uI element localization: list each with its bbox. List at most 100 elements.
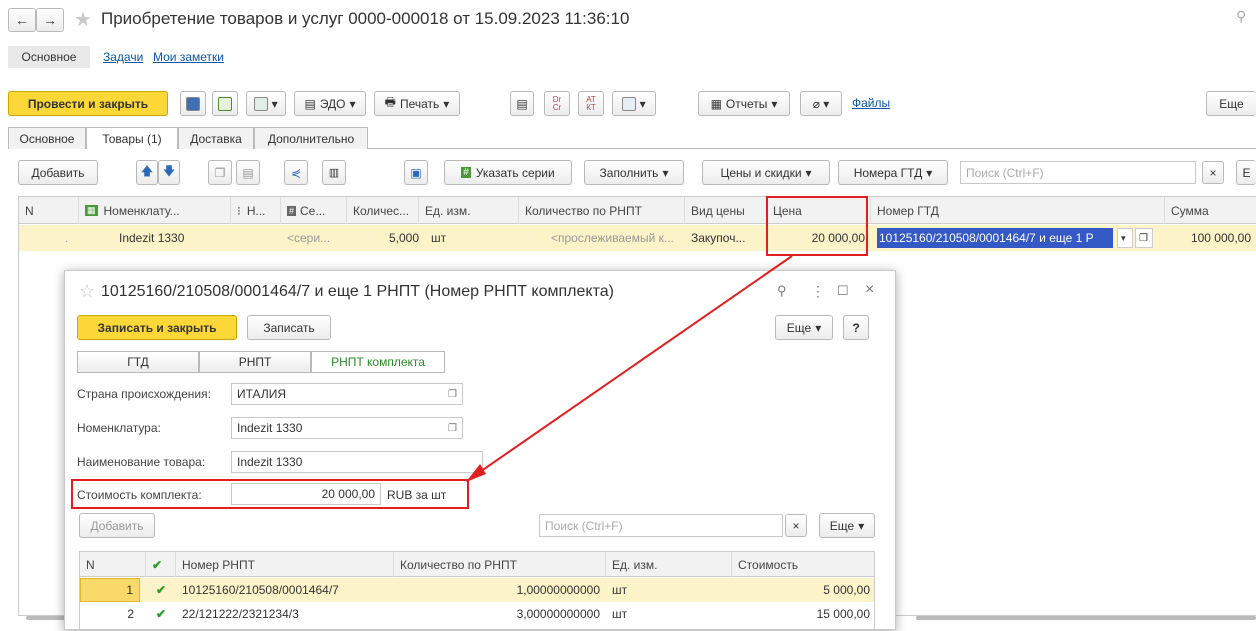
- tab-main[interactable]: Основное: [8, 127, 86, 149]
- list-item[interactable]: 2 ✔ 22/121222/2321234/3 3,00000000000 шт…: [80, 602, 874, 626]
- add-row-button[interactable]: Добавить: [18, 160, 98, 185]
- move-up-icon[interactable]: 🡅: [136, 160, 158, 185]
- copy-icon[interactable]: ❐: [208, 160, 232, 185]
- row-nomenclature: Indezit 1330: [119, 231, 185, 245]
- dialog-search-input[interactable]: Поиск (Ctrl+F): [539, 514, 783, 537]
- col-sum[interactable]: Сумма: [1165, 197, 1256, 224]
- paste-icon[interactable]: ▤: [236, 160, 260, 185]
- move-down-icon[interactable]: 🡇: [158, 160, 180, 185]
- list-col-n[interactable]: N: [80, 552, 146, 577]
- at-kt-button[interactable]: АТ КТ: [578, 91, 604, 116]
- row-price-type: Закупоч...: [691, 231, 746, 245]
- col-nomenclature[interactable]: ▦ Номенклату...: [79, 197, 231, 224]
- close-icon[interactable]: ×: [865, 281, 874, 299]
- attach-button[interactable]: ⌀ ▾: [800, 91, 842, 116]
- dialog-more-button[interactable]: Еще ▾: [775, 315, 833, 340]
- col-series[interactable]: # Се...: [281, 197, 347, 224]
- row-unit: шт: [431, 231, 447, 245]
- search-input[interactable]: Поиск (Ctrl+F): [960, 161, 1196, 184]
- price-highlight-box: [766, 196, 868, 256]
- grid-icon: #: [461, 167, 471, 178]
- goods-more-button[interactable]: Е: [1236, 160, 1256, 185]
- rnpt-list: N ✔ Номер РНПТ Количество по РНПТ Ед. из…: [79, 551, 875, 631]
- favorite-star-icon[interactable]: ★: [74, 7, 92, 32]
- row-sum: 100 000,00: [1190, 231, 1251, 245]
- favorite-star-icon[interactable]: ☆: [79, 281, 95, 302]
- search-clear-button[interactable]: ×: [1202, 161, 1224, 184]
- col-qty[interactable]: Количес...: [347, 197, 419, 224]
- product-name-field[interactable]: Indezit 1330: [231, 451, 483, 473]
- tab-delivery[interactable]: Доставка: [178, 127, 254, 149]
- col-unit[interactable]: Ед. изм.: [419, 197, 519, 224]
- tab-additional[interactable]: Дополнительно: [254, 127, 368, 149]
- dr-cr-button[interactable]: Dr Cr: [544, 91, 570, 116]
- table-row[interactable]: . Indezit 1330 <сери... 5,000 шт <просле…: [19, 225, 1256, 251]
- list-col-qty[interactable]: Количество по РНПТ: [394, 552, 606, 577]
- save-and-close-button[interactable]: Записать и закрыть: [77, 315, 237, 340]
- dialog-search-clear[interactable]: ×: [785, 514, 807, 537]
- print-button[interactable]: 🖶 Печать ▾: [374, 91, 460, 116]
- document-menu-icon[interactable]: ▾: [612, 91, 656, 116]
- col-price-type[interactable]: Вид цены: [685, 197, 767, 224]
- dialog-title: 10125160/210508/0001464/7 и еще 1 РНПТ (…: [101, 283, 614, 300]
- forward-button[interactable]: →: [36, 8, 64, 32]
- link-icon[interactable]: ⚲: [777, 283, 787, 299]
- fill-button[interactable]: Заполнить ▾: [584, 160, 684, 185]
- tab-goods[interactable]: Товары (1): [86, 127, 178, 149]
- save-icon[interactable]: [180, 91, 206, 116]
- journal-icon[interactable]: ▤: [510, 91, 534, 116]
- post-icon[interactable]: [212, 91, 238, 116]
- row-gtd-input[interactable]: 10125160/210508/0001464/7 и еще 1 Р: [877, 228, 1113, 248]
- check-icon: ✔: [156, 583, 167, 597]
- link-icon[interactable]: ⚲: [1236, 8, 1246, 25]
- open-icon[interactable]: ❐: [448, 389, 457, 400]
- dialog-list-more-button[interactable]: Еще ▾: [819, 513, 875, 538]
- edo-button[interactable]: ▤ ЭДО ▾: [294, 91, 366, 116]
- list-col-cost[interactable]: Стоимость: [732, 552, 874, 577]
- list-item-cost: 15 000,00: [816, 607, 870, 621]
- open-icon[interactable]: ❐: [448, 423, 457, 434]
- col-h[interactable]: ⁝ Н...: [231, 197, 281, 224]
- barcode-icon[interactable]: ▥: [322, 160, 346, 185]
- post-and-close-button[interactable]: Провести и закрыть: [8, 91, 168, 116]
- list-item-number: 22/121222/2321234/3: [182, 607, 299, 621]
- country-label: Страна происхождения:: [77, 387, 211, 401]
- col-n[interactable]: N: [19, 197, 79, 224]
- list-col-number[interactable]: Номер РНПТ: [176, 552, 394, 577]
- product-name-label: Наименование товара:: [77, 455, 206, 469]
- specify-series-button[interactable]: # Указать серии: [444, 160, 572, 185]
- maximize-icon[interactable]: ☐: [837, 283, 849, 299]
- help-button[interactable]: ?: [843, 315, 869, 340]
- col-gtd[interactable]: Номер ГТД: [871, 197, 1165, 224]
- col-rnpt-qty[interactable]: Количество по РНПТ: [519, 197, 685, 224]
- nav-notes[interactable]: Мои заметки: [153, 50, 224, 64]
- paperclip-icon: ⌀: [812, 96, 820, 111]
- more-button[interactable]: Еще: [1206, 91, 1256, 116]
- subtab-rnpt-set[interactable]: РНПТ комплекта: [311, 351, 445, 373]
- prices-discounts-button[interactable]: Цены и скидки ▾: [702, 160, 830, 185]
- menu-dots-icon[interactable]: ⋮: [811, 283, 825, 300]
- gtd-numbers-button[interactable]: Номера ГТД ▾: [838, 160, 948, 185]
- list-col-check[interactable]: ✔: [146, 552, 176, 577]
- list-item[interactable]: 1 ✔ 10125160/210508/0001464/7 1,00000000…: [80, 578, 874, 602]
- list-col-unit[interactable]: Ед. изм.: [606, 552, 732, 577]
- nav-main[interactable]: Основное: [8, 46, 90, 68]
- back-button[interactable]: ←: [8, 8, 36, 32]
- reports-button[interactable]: ▦ Отчеты ▾: [698, 91, 790, 116]
- files-link[interactable]: Файлы: [852, 96, 890, 110]
- list-item-qty: 1,00000000000: [516, 583, 600, 597]
- dialog-add-button[interactable]: Добавить: [79, 513, 155, 538]
- gtd-open-icon[interactable]: ❐: [1135, 228, 1153, 248]
- country-field[interactable]: ИТАЛИЯ ❐: [231, 383, 463, 405]
- nav-tasks[interactable]: Задачи: [103, 50, 143, 64]
- gtd-dropdown-icon[interactable]: ▾: [1117, 228, 1133, 248]
- save-button[interactable]: Записать: [247, 315, 331, 340]
- list-item-unit: шт: [612, 607, 628, 621]
- create-based-on-icon[interactable]: ▾: [246, 91, 286, 116]
- subtab-gtd[interactable]: ГТД: [77, 351, 199, 373]
- subtab-rnpt[interactable]: РНПТ: [199, 351, 311, 373]
- select-icon[interactable]: ▣: [404, 160, 428, 185]
- list-item-qty: 3,00000000000: [516, 607, 600, 621]
- nomenclature-field[interactable]: Indezit 1330 ❐: [231, 417, 463, 439]
- share-icon[interactable]: ⋞: [284, 160, 308, 185]
